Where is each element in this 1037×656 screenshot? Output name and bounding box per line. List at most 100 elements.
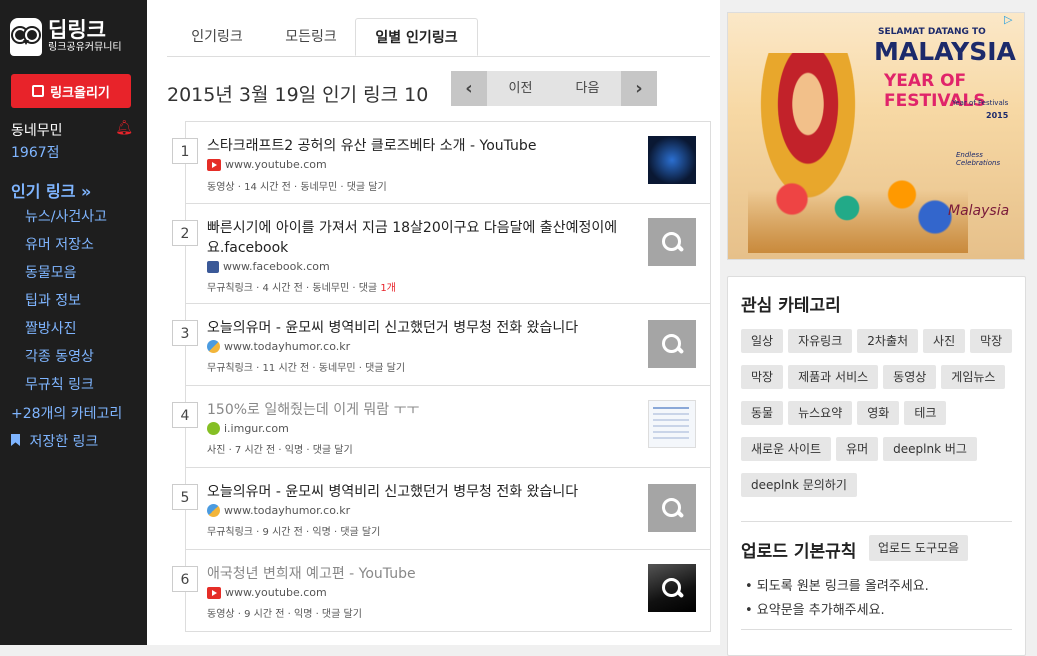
list-item: 6 애국청년 변희재 예고편 - YouTube www.youtube.com… [172, 550, 710, 632]
ad-headline: MALAYSIA [874, 37, 1016, 66]
sidebar: 딥링크 링크공유커뮤니티 링크올리기 동네무민 1967점 🔔︎ 인기 링크 »… [0, 0, 147, 645]
tab-popular[interactable]: 인기링크 [167, 18, 267, 56]
sidebar-item-videos[interactable]: 각종 동영상 [25, 346, 107, 374]
category-chip[interactable]: 2차출처 [857, 329, 919, 353]
category-chip[interactable]: 영화 [857, 401, 900, 425]
category-chip[interactable]: 자유링크 [788, 329, 853, 353]
link-meta: 무규칙링크 · 4 시간 전 · 동네무민 · 댓글 1개 [207, 279, 396, 294]
logo[interactable]: 딥링크 링크공유커뮤니티 [10, 18, 122, 56]
category-nav: 뉴스/사건사고 유머 저장소 동물모음 팁과 정보 짤방사진 각종 동영상 무규… [25, 206, 107, 402]
upload-tools-button[interactable]: 업로드 도구모음 [869, 535, 969, 561]
rank-badge: 6 [172, 566, 198, 592]
category-chip[interactable]: 뉴스요약 [788, 401, 853, 425]
category-chip[interactable]: 동영상 [883, 365, 937, 389]
link-title[interactable]: 오늘의유머 - 윤모씨 병역비리 신고했던거 병무청 전화 왔습니다 [207, 482, 627, 502]
logo-subtitle: 링크공유커뮤니티 [48, 42, 122, 53]
category-chip[interactable]: deeplnk 버그 [883, 437, 977, 461]
link-title[interactable]: 스타크래프트2 공허의 유산 클로즈베타 소개 - YouTube [207, 136, 627, 156]
category-chip[interactable]: deeplnk 문의하기 [741, 473, 857, 497]
link-domain[interactable]: www.todayhumor.co.kr [207, 340, 350, 353]
festival-crowd-illustration [748, 163, 968, 253]
more-categories-link[interactable]: +28개의 카테고리 [11, 403, 122, 423]
post-link-button[interactable]: 링크올리기 [11, 74, 131, 108]
domain-text: www.todayhumor.co.kr [224, 340, 351, 353]
sidebar-item-animals[interactable]: 동물모음 [25, 262, 107, 290]
divider [741, 521, 1012, 522]
sidebar-item-free-links[interactable]: 무규칙 링크 [25, 374, 107, 402]
domain-text: www.todayhumor.co.kr [224, 504, 351, 517]
link-domain[interactable]: www.youtube.com [207, 586, 327, 599]
dark-thumbnail[interactable] [648, 564, 696, 612]
link-title[interactable]: 150%로 일해줬는데 이게 뭐람 ㅜㅜ [207, 400, 627, 420]
category-chip[interactable]: 유머 [836, 437, 879, 461]
adchoices-icon[interactable]: ▷ [1004, 13, 1018, 27]
sidebar-item-pictures[interactable]: 짤방사진 [25, 318, 107, 346]
tab-bar: 인기링크 모든링크 일별 인기링크 [167, 18, 710, 57]
nav-popular-label: 인기 링크 [11, 182, 76, 201]
bell-icon[interactable]: 🔔︎ [115, 120, 133, 136]
category-chip[interactable]: 제품과 서비스 [788, 365, 879, 389]
right-column: SELAMAT DATANG TO MALAYSIA YEAR OF FESTI… [720, 0, 1037, 656]
rank-badge: 2 [172, 220, 198, 246]
placeholder-thumbnail[interactable] [648, 484, 696, 532]
sidebar-item-tips[interactable]: 팁과 정보 [25, 290, 107, 318]
sidebar-item-humor[interactable]: 유머 저장소 [25, 234, 107, 262]
category-chip[interactable]: 테크 [904, 401, 947, 425]
list-item: 1 스타크래프트2 공허의 유산 클로즈베타 소개 - YouTube www.… [172, 122, 710, 204]
ad-caption: Year of Festivals [952, 99, 1009, 107]
rank-badge: 1 [172, 138, 198, 164]
owl-logo-icon [10, 18, 42, 56]
category-chip[interactable]: 새로운 사이트 [741, 437, 832, 461]
interest-title: 관심 카테고리 [741, 296, 841, 316]
link-title[interactable]: 애국청년 변희재 예고편 - YouTube [207, 564, 627, 584]
nav-popular-links[interactable]: 인기 링크 » [11, 178, 91, 202]
link-title[interactable]: 오늘의유머 - 윤모씨 병역비리 신고했던거 병무청 전화 왔습니다 [207, 318, 627, 338]
sidebar-item-news[interactable]: 뉴스/사건사고 [25, 206, 107, 234]
category-chip[interactable]: 막장 [970, 329, 1013, 353]
screenshot-thumbnail[interactable] [648, 400, 696, 448]
ad-year: 2015 [986, 111, 1009, 120]
user-info: 동네무민 1967점 🔔︎ [11, 120, 133, 162]
next-button[interactable]: 다음 [554, 71, 621, 106]
ad-brand: Malaysia [948, 203, 1010, 219]
domain-text: www.youtube.com [225, 586, 327, 599]
chevron-right-icon[interactable]: › [621, 71, 657, 106]
link-domain[interactable]: i.imgur.com [207, 422, 289, 435]
todayhumor-icon [207, 504, 220, 517]
game-thumbnail[interactable] [648, 136, 696, 184]
prev-button[interactable]: 이전 [487, 71, 554, 106]
link-domain[interactable]: www.youtube.com [207, 158, 327, 171]
domain-text: i.imgur.com [224, 422, 289, 435]
link-domain[interactable]: www.facebook.com [207, 260, 330, 273]
tab-daily-popular[interactable]: 일별 인기링크 [355, 18, 478, 56]
link-meta: 무규칙링크 · 9 시간 전 · 익명 · 댓글 달기 [207, 527, 381, 538]
placeholder-thumbnail[interactable] [648, 218, 696, 266]
meta-text: 무규칙링크 · 4 시간 전 · 동네무민 · 댓글 [207, 283, 381, 294]
link-title[interactable]: 빠른시기에 아이를 가져서 지금 18살20이구요 다음달에 출산예정이에요.f… [207, 218, 627, 258]
comment-count[interactable]: 1개 [380, 283, 396, 294]
list-item: 2 빠른시기에 아이를 가져서 지금 18살20이구요 다음달에 출산예정이에요… [172, 204, 710, 304]
list-item: 5 오늘의유머 - 윤모씨 병역비리 신고했던거 병무청 전화 왔습니다 www… [172, 468, 710, 550]
domain-text: www.facebook.com [223, 260, 330, 273]
interest-panel: 관심 카테고리 일상 자유링크 2차출처 사진 막장막장 제품과 서비스 동영상 게임뉴스동물… [727, 276, 1026, 656]
bookmark-icon [11, 434, 20, 446]
rank-badge: 4 [172, 402, 198, 428]
advertisement-banner[interactable]: SELAMAT DATANG TO MALAYSIA YEAR OF FESTI… [727, 12, 1025, 260]
rules-title: 업로드 기본규칙 [741, 542, 857, 562]
main-content: 인기링크 모든링크 일별 인기링크 2015년 3월 19일 인기 링크 10 … [147, 0, 720, 645]
category-chip[interactable]: 사진 [923, 329, 966, 353]
tab-all[interactable]: 모든링크 [267, 18, 355, 56]
category-chip[interactable]: 게임뉴스 [941, 365, 1006, 389]
category-chip[interactable]: 동물 [741, 401, 784, 425]
category-chip[interactable]: 일상 [741, 329, 784, 353]
logo-title: 딥링크 [48, 18, 106, 42]
category-chips: 일상 자유링크 2차출처 사진 막장막장 제품과 서비스 동영상 게임뉴스동물 뉴스요약 영화 테크… [741, 329, 1019, 509]
chevron-left-icon[interactable]: ‹ [451, 71, 487, 106]
link-domain[interactable]: www.todayhumor.co.kr [207, 504, 350, 517]
page-title: 2015년 3월 19일 인기 링크 10 [167, 84, 429, 106]
rule-item: • 요약문을 추가해주세요. [745, 603, 885, 618]
category-chip[interactable]: 막장 [741, 365, 784, 389]
placeholder-thumbnail[interactable] [648, 320, 696, 368]
saved-links-link[interactable]: 저장한 링크 [11, 431, 98, 451]
imgur-icon [207, 422, 220, 435]
